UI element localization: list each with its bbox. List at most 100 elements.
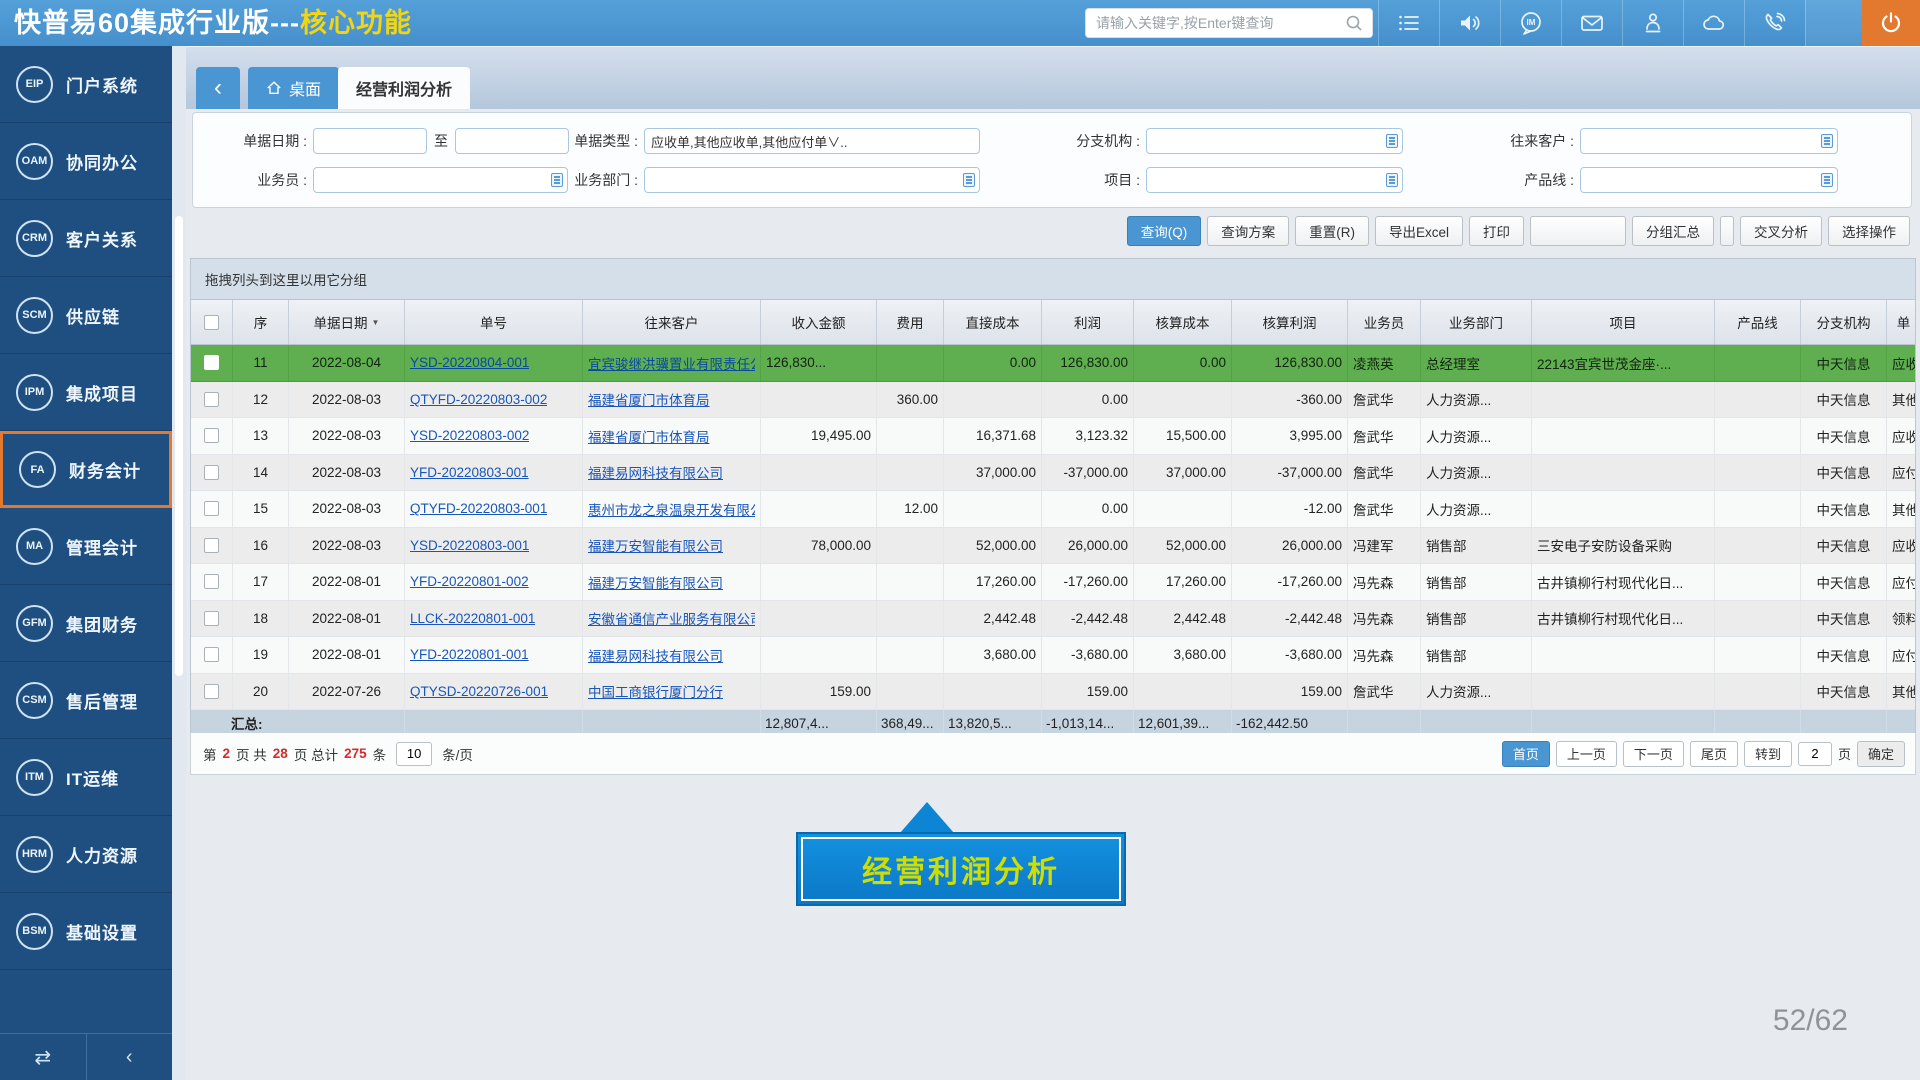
column-header-doc_type[interactable]: 单 xyxy=(1887,300,1916,344)
column-header-date[interactable]: 单据日期▼ xyxy=(289,300,405,344)
row-checkbox[interactable] xyxy=(204,392,219,407)
toolbar-button-选择操作[interactable]: 选择操作 xyxy=(1828,216,1910,246)
customer-link[interactable]: 福建省厦门市体育局 xyxy=(588,426,710,446)
pager-button-首页[interactable]: 首页 xyxy=(1502,741,1550,767)
search-input[interactable] xyxy=(1094,14,1344,32)
toolbar-button-分组汇总[interactable]: 分组汇总 xyxy=(1632,216,1714,246)
row-checkbox[interactable] xyxy=(204,684,219,699)
toolbar-button-交叉分析[interactable]: 交叉分析 xyxy=(1740,216,1822,246)
column-header-doc_no[interactable]: 单号 xyxy=(405,300,583,344)
power-icon[interactable] xyxy=(1862,0,1920,46)
toolbar-button-重置(R)[interactable]: 重置(R) xyxy=(1295,216,1369,246)
lookup-icon[interactable] xyxy=(1386,173,1398,187)
select-all-checkbox[interactable] xyxy=(204,315,219,330)
im-icon[interactable]: IM xyxy=(1500,0,1561,46)
sidebar-item-itm[interactable]: ITMIT运维 xyxy=(0,739,172,816)
sidebar-item-bsm[interactable]: BSM基础设置 xyxy=(0,893,172,970)
sidebar-item-ma[interactable]: MA管理会计 xyxy=(0,508,172,585)
lookup-icon[interactable] xyxy=(1386,134,1398,148)
row-checkbox[interactable] xyxy=(204,574,219,589)
lookup-icon[interactable] xyxy=(1821,134,1833,148)
blank-button[interactable] xyxy=(1530,216,1626,246)
row-checkbox[interactable] xyxy=(204,428,219,443)
customer-link[interactable]: 中国工商银行厦门分行 xyxy=(588,681,723,701)
customer-link[interactable]: 福建省厦门市体育局 xyxy=(588,389,710,409)
column-header-acc_cost[interactable]: 核算成本 xyxy=(1134,300,1232,344)
column-header-profit[interactable]: 利润 xyxy=(1042,300,1134,344)
column-header-fee[interactable]: 费用 xyxy=(877,300,944,344)
tab-profit-analysis[interactable]: 经营利润分析 xyxy=(338,67,470,109)
row-checkbox[interactable] xyxy=(204,501,219,516)
customer-link[interactable]: 安徽省通信产业服务有限公司 xyxy=(588,608,755,628)
customer-link[interactable]: 福建易网科技有限公司 xyxy=(588,462,723,482)
产品线-input[interactable] xyxy=(1580,167,1838,193)
toolbar-button-查询方案[interactable]: 查询方案 xyxy=(1207,216,1289,246)
column-header-product_line[interactable]: 产品线 xyxy=(1715,300,1801,344)
sidebar-item-eip[interactable]: EIP门户系统 xyxy=(0,46,172,123)
分支机构-input[interactable] xyxy=(1146,128,1403,154)
lookup-icon[interactable] xyxy=(963,173,975,187)
collapse-icon[interactable]: ‹ xyxy=(86,1034,173,1080)
doc_no-link[interactable]: LLCK-20220801-001 xyxy=(410,611,535,626)
customer-link[interactable]: 福建易网科技有限公司 xyxy=(588,645,723,665)
lookup-icon[interactable] xyxy=(1821,173,1833,187)
doc_no-link[interactable]: YSD-20220804-001 xyxy=(410,355,529,370)
swap-icon[interactable]: ⇄ xyxy=(0,1034,86,1080)
sidebar-item-scm[interactable]: SCM供应链 xyxy=(0,277,172,354)
row-checkbox[interactable] xyxy=(204,647,219,662)
row-checkbox[interactable] xyxy=(204,538,219,553)
toolbar-button-导出Excel[interactable]: 导出Excel xyxy=(1375,216,1463,246)
sidebar-item-csm[interactable]: CSM售后管理 xyxy=(0,662,172,739)
doc_no-link[interactable]: YFD-20220801-002 xyxy=(410,574,529,589)
pager-button-下一页[interactable]: 下一页 xyxy=(1623,741,1684,767)
group-drop-hint[interactable]: 拖拽列头到这里以用它分组 xyxy=(191,259,1915,300)
doc_no-link[interactable]: QTYFD-20220803-002 xyxy=(410,392,547,407)
column-header-branch[interactable]: 分支机构 xyxy=(1801,300,1887,344)
toolbar-button-查询(Q)[interactable]: 查询(Q) xyxy=(1127,216,1202,246)
row-checkbox[interactable] xyxy=(204,611,219,626)
search-icon[interactable] xyxy=(1344,13,1364,33)
doc_no-link[interactable]: YSD-20220803-001 xyxy=(410,538,529,553)
stamp-icon[interactable] xyxy=(1622,0,1683,46)
tab-back-button[interactable]: ‹ xyxy=(196,67,240,109)
tab-desktop[interactable]: 桌面 xyxy=(248,67,339,109)
column-header-dept[interactable]: 业务部门 xyxy=(1421,300,1532,344)
column-header-customer[interactable]: 往来客户 xyxy=(583,300,761,344)
speaker-icon[interactable] xyxy=(1439,0,1500,46)
pager-button-尾页[interactable]: 尾页 xyxy=(1690,741,1738,767)
sidebar-scrollbar-thumb[interactable] xyxy=(175,216,183,676)
toolbar-button-打印[interactable]: 打印 xyxy=(1469,216,1524,246)
header-checkbox-cell[interactable] xyxy=(191,300,233,344)
page-size-input[interactable] xyxy=(396,742,432,766)
cloud-icon[interactable] xyxy=(1683,0,1744,46)
column-header-income[interactable]: 收入金额 xyxy=(761,300,877,344)
doc_no-link[interactable]: YSD-20220803-002 xyxy=(410,428,529,443)
list-icon[interactable] xyxy=(1378,0,1439,46)
customer-link[interactable]: 福建万安智能有限公司 xyxy=(588,572,723,592)
sidebar-item-oam[interactable]: OAM协同办公 xyxy=(0,123,172,200)
sidebar-item-gfm[interactable]: GFM集团财务 xyxy=(0,585,172,662)
column-header-project[interactable]: 项目 xyxy=(1532,300,1715,344)
row-checkbox[interactable] xyxy=(204,355,219,370)
blank-button[interactable] xyxy=(1720,216,1734,246)
sidebar-item-crm[interactable]: CRM客户关系 xyxy=(0,200,172,277)
column-header-seq[interactable]: 序 xyxy=(233,300,289,344)
customer-link[interactable]: 福建万安智能有限公司 xyxy=(588,535,723,555)
业务部门-input[interactable] xyxy=(644,167,980,193)
date-from-input[interactable] xyxy=(313,128,427,154)
doc_no-link[interactable]: YFD-20220801-001 xyxy=(410,647,529,662)
doc_no-link[interactable]: YFD-20220803-001 xyxy=(410,465,529,480)
pager-button-转到[interactable]: 转到 xyxy=(1744,741,1792,767)
customer-link[interactable]: 惠州市龙之泉温泉开发有限公... xyxy=(588,499,755,519)
goto-page-input[interactable] xyxy=(1798,742,1832,766)
单据类型-input[interactable] xyxy=(644,128,980,154)
column-header-acc_profit[interactable]: 核算利润 xyxy=(1232,300,1348,344)
doc_no-link[interactable]: QTYFD-20220803-001 xyxy=(410,501,547,516)
customer-link[interactable]: 宜宾骏继洪骥置业有限责任公... xyxy=(588,353,755,373)
phone-icon[interactable] xyxy=(1744,0,1805,46)
sidebar-item-ipm[interactable]: IPM集成项目 xyxy=(0,354,172,431)
doc_no-link[interactable]: QTYSD-20220726-001 xyxy=(410,684,548,699)
项目-input[interactable] xyxy=(1146,167,1403,193)
column-header-direct_cost[interactable]: 直接成本 xyxy=(944,300,1042,344)
sidebar-item-fa[interactable]: FA财务会计 xyxy=(0,431,172,508)
